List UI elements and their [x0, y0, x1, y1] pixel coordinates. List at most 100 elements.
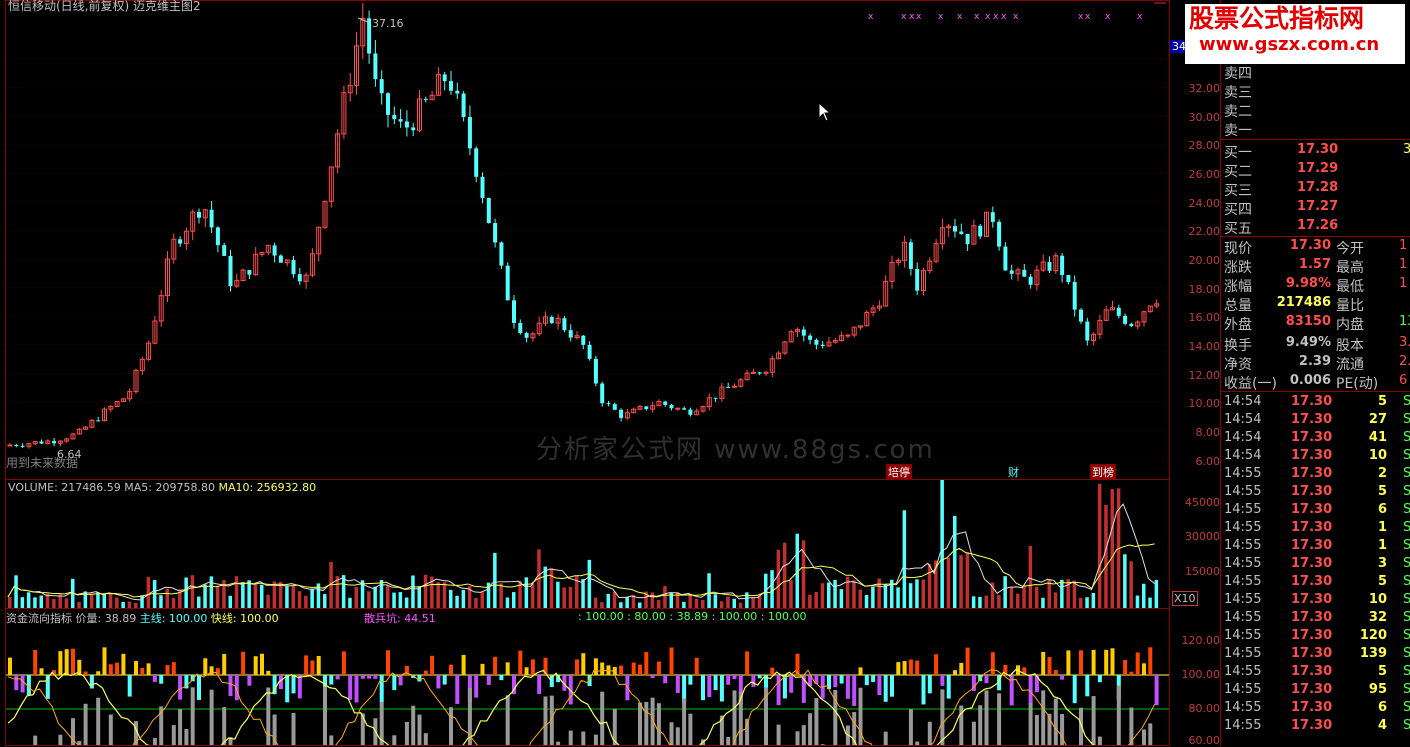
stat-row: 换手 9.49% 股本 3.	[1221, 335, 1410, 354]
trade-tick-row: 14:55 17.30 32 S	[1221, 610, 1410, 628]
tick-volume: 6	[1377, 700, 1387, 715]
watermark-text: 分析家公式网 www.88gs.com	[536, 435, 935, 465]
stat-label: 净资	[1224, 357, 1252, 373]
trade-tick-row: 14:55 17.30 4 S	[1221, 718, 1410, 736]
stat-value: 217486	[1276, 295, 1331, 310]
svg-text:x: x	[938, 12, 944, 22]
quote-panel: 股票公式指标网 www.gszx.com.cn 卖四 卖三 卖二 卖一 买一 1…	[1185, 0, 1410, 746]
stat-label: 换手	[1224, 338, 1252, 354]
candlestick-chart[interactable]: xxxxxxxxxxxxxxx	[6, 1, 1169, 479]
stat-value: 9.49%	[1285, 335, 1331, 350]
main-chart-panel[interactable]: 恒信移动(日线,前复权) 迈克维主图2 xxxxxxxxxxxxxxx 37.1…	[5, 0, 1170, 480]
trade-tick-row: 14:54 17.30 41 S	[1221, 430, 1410, 448]
divider	[1221, 236, 1410, 237]
sell-row: 卖四	[1221, 63, 1410, 82]
stat-label: 外盘	[1224, 317, 1252, 333]
tick-side: S	[1403, 592, 1410, 607]
stat-label: 收益(一)	[1224, 376, 1277, 392]
event-label-limit[interactable]: 培停	[886, 464, 912, 480]
flow-indicator-name: 资金流向指标	[6, 612, 72, 625]
buy-row-label: 买三	[1224, 183, 1252, 199]
tick-time: 14:55	[1224, 700, 1262, 715]
flow-tick: 100.00	[1181, 668, 1221, 681]
tick-time: 14:55	[1224, 628, 1262, 643]
tick-side: S	[1403, 520, 1410, 535]
trade-tick-row: 14:55 17.30 5 S	[1221, 484, 1410, 502]
price-tick: 24.00	[1188, 197, 1221, 210]
price-tick: 12.00	[1188, 369, 1221, 382]
sell-row: 卖二	[1221, 101, 1410, 120]
stat-label-2: PE(动)	[1336, 376, 1379, 392]
buy-row: 买四 17.27	[1221, 199, 1410, 218]
price-axis: 34.00 32.00 30.00 28.00 26.00 24.00 22.0…	[1170, 0, 1220, 480]
buy-row-price: 17.27	[1297, 199, 1339, 214]
tick-volume: 6	[1377, 502, 1387, 517]
tick-time: 14:55	[1224, 664, 1262, 679]
sell-row-label: 卖三	[1224, 85, 1252, 101]
price-tick: 18.00	[1188, 283, 1221, 296]
tick-side: S	[1403, 484, 1410, 499]
svg-text:x: x	[957, 12, 963, 22]
sell-row-label: 卖一	[1224, 123, 1252, 139]
tick-volume: 1	[1377, 520, 1387, 535]
svg-text:x: x	[974, 12, 980, 22]
buy-row: 买五 17.26	[1221, 218, 1410, 237]
tick-price: 17.30	[1291, 610, 1333, 625]
buy-row-price: 17.29	[1297, 161, 1339, 176]
tick-time: 14:54	[1224, 448, 1262, 463]
fund-flow-chart	[6, 647, 1169, 745]
stat-value-2: 1	[1399, 257, 1408, 272]
trade-tick-row: 14:55 17.30 1 S	[1221, 538, 1410, 556]
stat-label-2: 流通	[1336, 357, 1364, 373]
buy-row-volume: 3	[1403, 142, 1410, 157]
stat-label-2: 最低	[1336, 279, 1364, 295]
stat-label: 涨跌	[1224, 260, 1252, 276]
tick-volume: 1	[1377, 538, 1387, 553]
flow-axis: 120.00 100.00 80.00 60.00	[1170, 608, 1221, 747]
trade-tick-row: 14:55 17.30 2 S	[1221, 466, 1410, 484]
tick-price: 17.30	[1291, 700, 1333, 715]
tick-price: 17.30	[1291, 466, 1333, 481]
tick-time: 14:55	[1224, 610, 1262, 625]
price-tick: 26.00	[1188, 168, 1221, 181]
sell-row: 卖三	[1221, 82, 1410, 101]
event-label-list[interactable]: 到榜	[1090, 464, 1116, 480]
trade-tick-row: 14:54 17.30 5 S	[1221, 394, 1410, 412]
volume-legend: VOLUME: 217486.59 MA5: 209758.80 MA10: 2…	[8, 481, 316, 494]
stat-value-2: 2.	[1399, 354, 1410, 369]
price-tick: 10.00	[1188, 397, 1221, 410]
ma5-value: MA5: 209758.80	[124, 481, 215, 494]
stat-value-2: 1	[1399, 238, 1408, 253]
tick-side: S	[1403, 394, 1410, 409]
trade-tick-row: 14:55 17.30 1 S	[1221, 520, 1410, 538]
tick-price: 17.30	[1291, 484, 1333, 499]
fund-flow-panel[interactable]: 资金流向指标 价量: 38.89 主线: 100.00 快线: 100.00 散…	[5, 608, 1170, 746]
buy-row: 买一 17.30 3	[1221, 142, 1410, 161]
trade-tick-row: 14:55 17.30 6 S	[1221, 502, 1410, 520]
stat-row: 净资 2.39 流通 2.	[1221, 354, 1410, 373]
tick-price: 17.30	[1291, 538, 1333, 553]
price-tick: 30.00	[1188, 111, 1221, 124]
buy-row-price: 17.28	[1297, 180, 1339, 195]
trade-tick-row: 14:54 17.30 10 S	[1221, 448, 1410, 466]
price-tick: 32.00	[1188, 82, 1221, 95]
svg-text:x: x	[1137, 12, 1143, 22]
tick-side: S	[1403, 610, 1410, 625]
tick-price: 17.30	[1291, 718, 1333, 733]
stat-label-2: 股本	[1336, 338, 1364, 354]
svg-text:x: x	[985, 12, 991, 22]
site-logo-title: 股票公式指标网	[1189, 4, 1365, 33]
svg-text:x: x	[1001, 12, 1007, 22]
volume-panel[interactable]: VOLUME: 217486.59 MA5: 209758.80 MA10: 2…	[5, 479, 1170, 609]
stat-value-2: 6	[1399, 373, 1408, 388]
stat-row: 涨幅 9.98% 最低 1	[1221, 276, 1410, 295]
tick-volume: 5	[1377, 574, 1387, 589]
tick-time: 14:55	[1224, 520, 1262, 535]
flow-price-vol: 价量: 38.89	[75, 612, 137, 625]
buy-row-label: 买四	[1224, 202, 1252, 218]
tick-volume: 27	[1368, 412, 1387, 427]
stat-value: 2.39	[1298, 354, 1331, 369]
tick-time: 14:55	[1224, 574, 1262, 589]
tick-side: S	[1403, 718, 1410, 733]
event-label-finance[interactable]: 财	[1008, 464, 1019, 480]
